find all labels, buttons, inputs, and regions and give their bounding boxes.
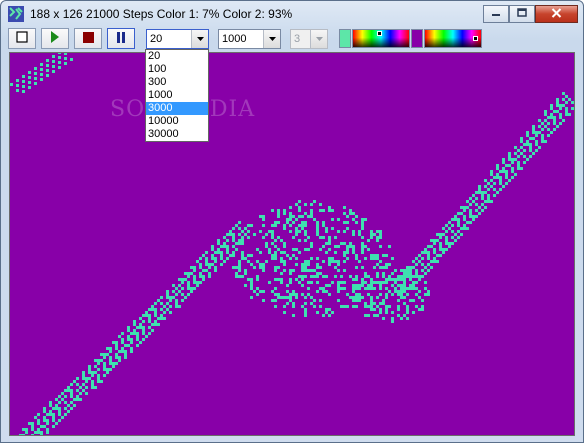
speed-combo[interactable]: 20 [146, 29, 209, 49]
play-button[interactable] [41, 28, 69, 49]
color2-palette[interactable] [424, 29, 482, 48]
square-outline-icon [16, 31, 28, 46]
dropdown-option[interactable]: 100 [146, 63, 208, 76]
steps-combo-value: 1000 [222, 33, 247, 45]
chevron-down-icon[interactable] [263, 30, 280, 48]
maximize-icon [517, 7, 527, 21]
pause-button[interactable] [107, 28, 135, 49]
maximize-button[interactable] [509, 5, 535, 23]
color1-palette[interactable] [352, 29, 410, 48]
dropdown-option[interactable]: 300 [146, 76, 208, 89]
palette-marker[interactable] [473, 36, 478, 41]
dropdown-option[interactable]: 1000 [146, 89, 208, 102]
toolbar: 20 1000 3 [8, 28, 578, 50]
dropdown-option[interactable]: 10000 [146, 115, 208, 128]
reset-button[interactable] [8, 28, 36, 49]
cell-grid [10, 53, 574, 435]
speed-dropdown-list[interactable]: 20 100 300 1000 3000 10000 30000 [145, 49, 209, 142]
play-icon [50, 31, 60, 46]
stop-button[interactable] [74, 28, 102, 49]
pause-icon [116, 31, 126, 46]
color2-swatch[interactable] [411, 29, 423, 48]
dropdown-option[interactable]: 3000 [146, 102, 208, 115]
title-bar[interactable]: 188 x 126 21000 Steps Color 1: 7% Color … [1, 1, 583, 27]
color1-swatch[interactable] [339, 29, 351, 48]
caption-buttons [483, 5, 578, 24]
stop-icon [82, 31, 94, 46]
chevron-down-icon[interactable] [310, 30, 327, 48]
close-button[interactable] [535, 5, 578, 23]
minimize-icon [491, 8, 501, 21]
colors-combo[interactable]: 3 [290, 29, 328, 49]
minimize-button[interactable] [483, 5, 509, 23]
dropdown-option[interactable]: 30000 [146, 128, 208, 141]
app-window: 188 x 126 21000 Steps Color 1: 7% Color … [0, 0, 584, 443]
close-icon [551, 7, 562, 21]
steps-combo[interactable]: 1000 [218, 29, 281, 49]
colors-combo-value: 3 [294, 33, 301, 45]
chevron-down-icon[interactable] [191, 30, 208, 48]
window-title: 188 x 126 21000 Steps Color 1: 7% Color … [30, 7, 293, 21]
dropdown-option[interactable]: 20 [146, 50, 208, 63]
palette-marker[interactable] [377, 31, 382, 36]
automaton-canvas[interactable]: SOFTPEDIA [9, 52, 575, 436]
speed-combo-value: 20 [150, 33, 163, 45]
app-icon[interactable] [8, 6, 24, 22]
